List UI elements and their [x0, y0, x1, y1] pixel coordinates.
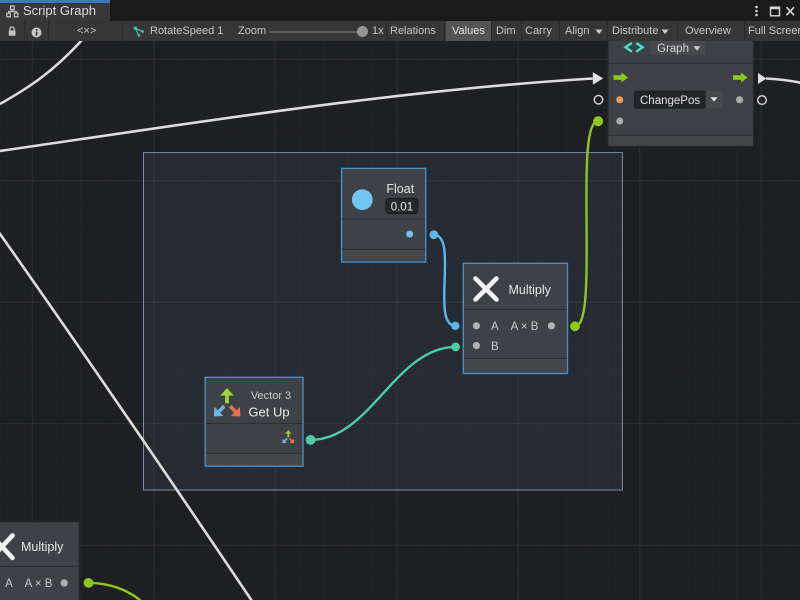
svg-text:B: B	[491, 341, 499, 353]
svg-text:Multiply: Multiply	[509, 283, 552, 297]
svg-text:Get Up: Get Up	[248, 404, 289, 419]
svg-text:Graph: Graph	[657, 43, 689, 55]
svg-text:Float: Float	[386, 182, 414, 196]
svg-text:0.01: 0.01	[391, 201, 413, 213]
svg-text:A: A	[5, 578, 13, 590]
svg-text:A × B: A × B	[511, 321, 539, 333]
svg-text:ChangePos: ChangePos	[640, 95, 700, 107]
svg-text:Multiply: Multiply	[21, 540, 64, 554]
svg-text:Vector 3: Vector 3	[251, 390, 291, 402]
svg-text:A × B: A × B	[25, 578, 53, 590]
svg-text:A: A	[491, 321, 499, 333]
